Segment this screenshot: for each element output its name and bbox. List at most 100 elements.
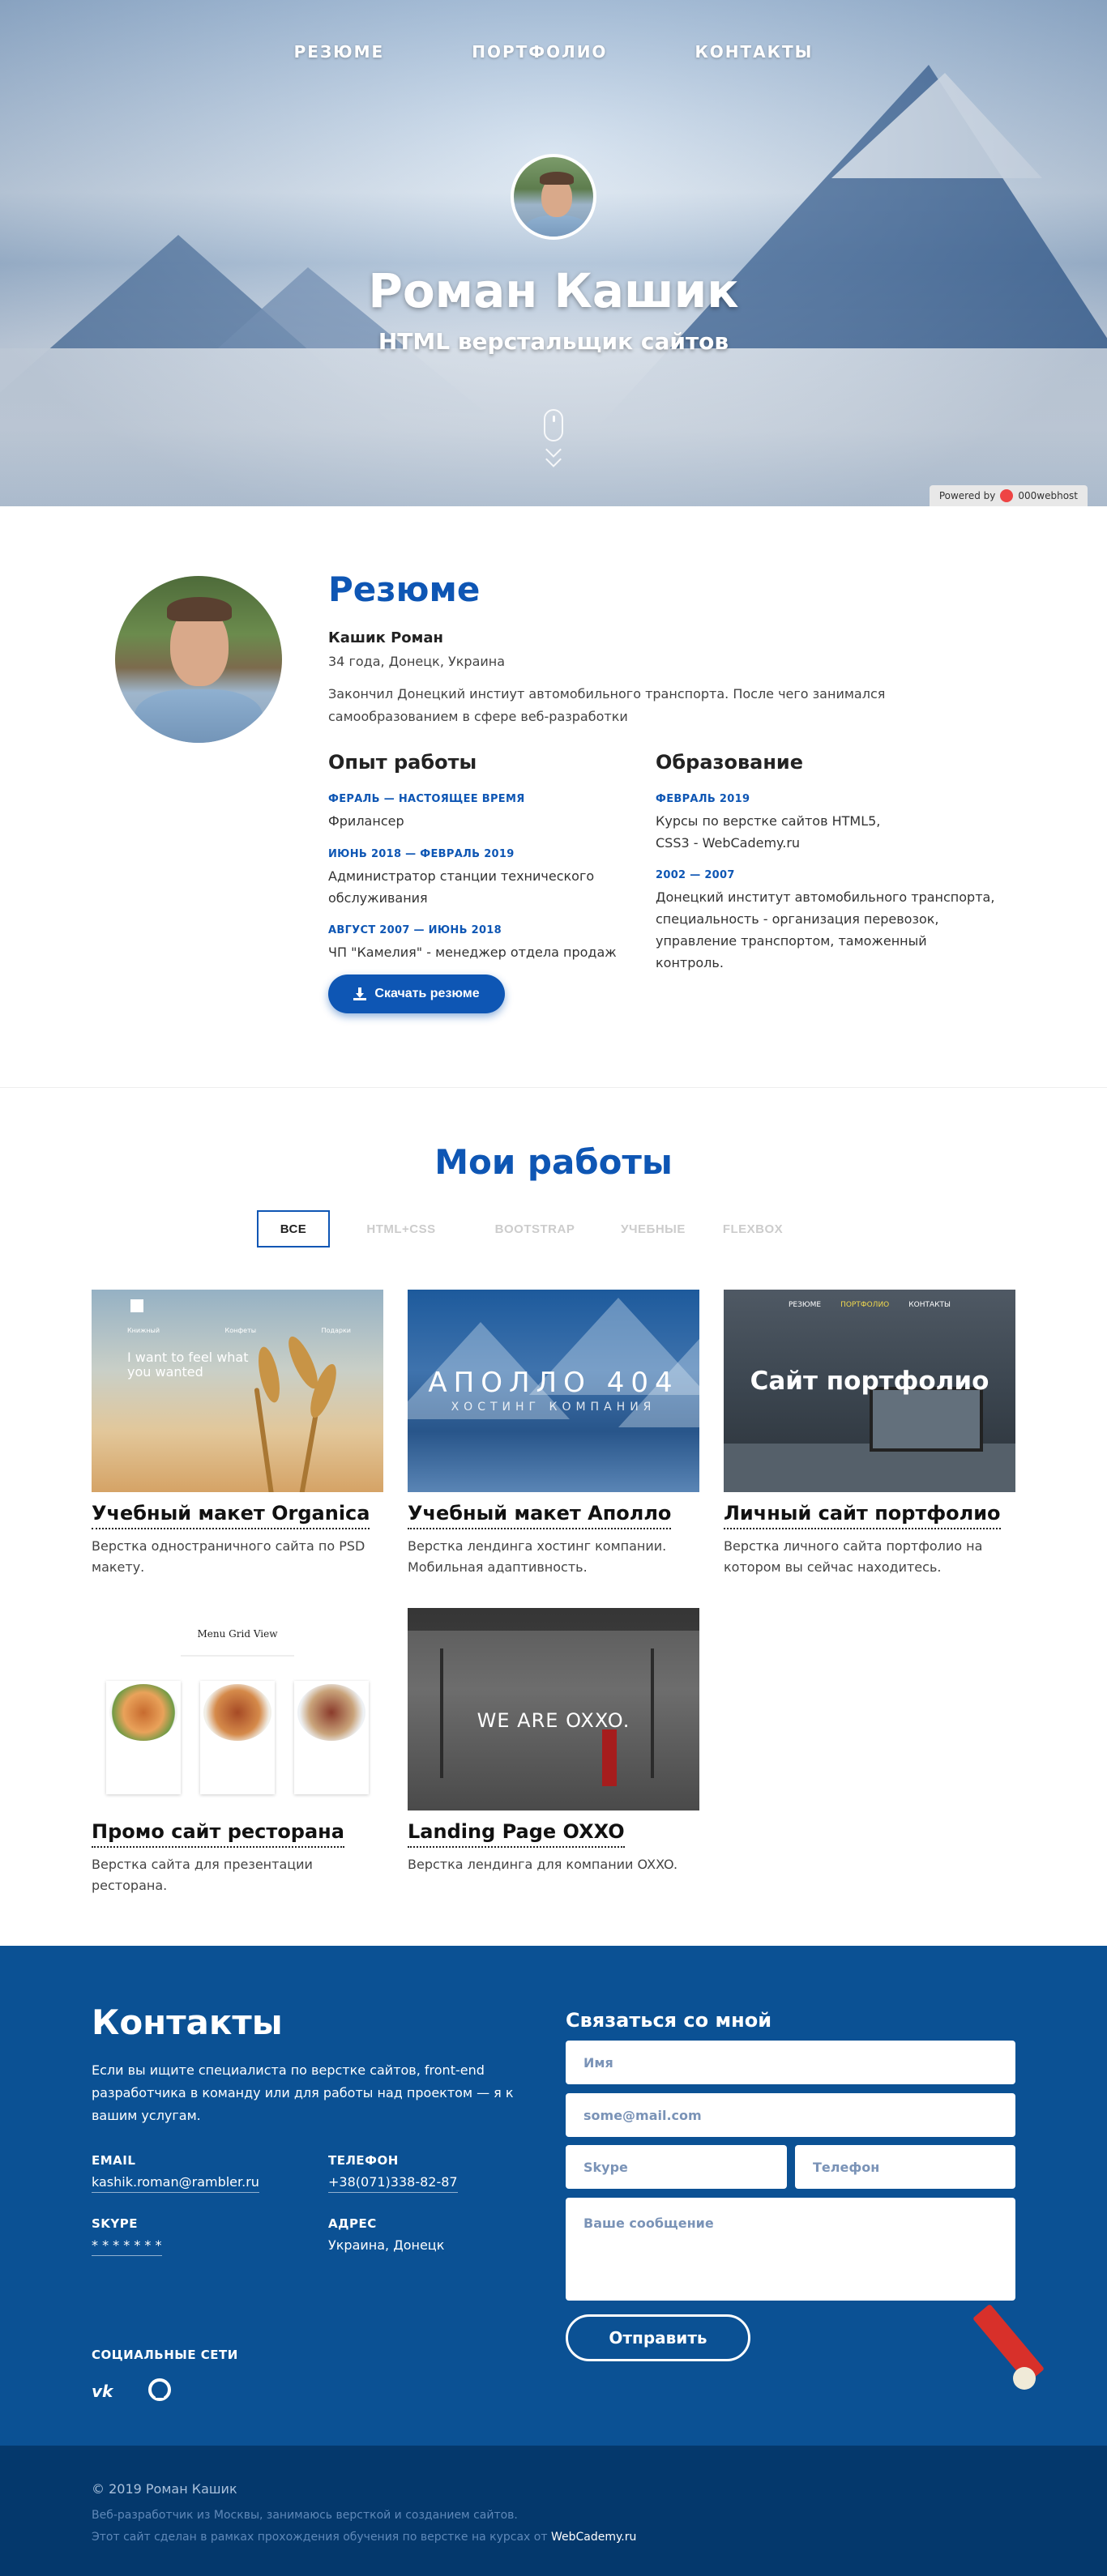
filter-bootstrap[interactable]: BOOTSTRAP xyxy=(472,1210,597,1247)
works-title: Мои работы xyxy=(434,1142,673,1182)
vk-icon[interactable]: vk xyxy=(92,2382,113,2401)
send-button[interactable]: Отправить xyxy=(566,2314,750,2361)
form-title: Связаться со мной xyxy=(566,2009,772,2032)
thumb-nav-item: Конфеты xyxy=(224,1327,257,1334)
resume-section: Резюме Кашик Роман 34 года, Донецк, Укра… xyxy=(0,506,1107,1088)
thumb-nav-item: РЕЗЮМЕ xyxy=(789,1301,822,1309)
phone-input[interactable] xyxy=(795,2145,1015,2189)
thumb-nav-item: КОНТАКТЫ xyxy=(908,1301,951,1309)
portfolio-card[interactable]: АПОЛЛО 404 ХОСТИНГ КОМПАНИЯ Учебный маке… xyxy=(408,1290,699,1578)
thumb-heading: Сайт портфолио xyxy=(750,1367,989,1396)
portfolio-thumbnail[interactable]: РЕЗЮМЕ ПОРТФОЛИО КОНТАКТЫ Сайт портфолио xyxy=(724,1290,1015,1492)
email-input[interactable] xyxy=(566,2093,1015,2137)
footer-copyright: © 2019 Роман Кашик xyxy=(92,2481,237,2497)
footer: © 2019 Роман Кашик Веб-разработчик из Мо… xyxy=(0,2446,1107,2576)
message-textarea[interactable] xyxy=(566,2198,1015,2301)
skype-value: * * * * * * * xyxy=(92,2237,162,2256)
host-logo-icon xyxy=(1000,489,1014,502)
powered-brand: 000webhost xyxy=(1018,490,1078,501)
nav-resume[interactable]: РЕЗЮМЕ xyxy=(294,42,385,62)
portfolio-filters: ВСЕ HTML+CSS BOOTSTRAP УЧЕБНЫЕ FLEXBOX xyxy=(257,1210,797,1247)
footer-text: Веб-разработчик из Москвы, занимаюсь вер… xyxy=(92,2509,518,2522)
card-description: Верстка одностраничного сайта по PSD мак… xyxy=(92,1538,365,1575)
footer-text-part: Этот сайт сделан в рамках прохождения об… xyxy=(92,2531,548,2544)
portfolio-thumbnail[interactable]: АПОЛЛО 404 ХОСТИНГ КОМПАНИЯ xyxy=(408,1290,699,1492)
filter-html-css[interactable]: HTML+CSS xyxy=(330,1210,472,1247)
github-icon[interactable] xyxy=(148,2378,171,2401)
thumb-logo xyxy=(130,1299,143,1312)
card-description: Верстка личного сайта портфолио на котор… xyxy=(724,1538,983,1575)
hero-section: РЕЗЮМЕ ПОРТФОЛИО КОНТАКТЫ Роман Кашик HT… xyxy=(0,0,1107,506)
powered-label: Powered by xyxy=(938,490,996,501)
skype-label: SKYPE xyxy=(92,2216,139,2231)
education-period: ФЕВРАЛЬ 2019 xyxy=(656,793,750,805)
name-input[interactable] xyxy=(566,2041,1015,2084)
download-resume-button[interactable]: Скачать резюме xyxy=(328,975,505,1013)
social-title: СОЦИАЛЬНЫЕ СЕТИ xyxy=(92,2348,238,2362)
card-title[interactable]: Личный сайт портфолио xyxy=(724,1502,1001,1529)
filter-all[interactable]: ВСЕ xyxy=(257,1210,330,1247)
contacts-title: Контакты xyxy=(92,2002,283,2042)
scroll-mouse-icon[interactable] xyxy=(544,409,563,441)
card-description: Верстка сайта для презентации ресторана. xyxy=(92,1857,313,1893)
main-nav: РЕЗЮМЕ ПОРТФОЛИО КОНТАКТЫ xyxy=(0,42,1107,62)
portfolio-thumbnail[interactable]: Menu Grid View xyxy=(92,1608,383,1810)
filter-study[interactable]: УЧЕБНЫЕ xyxy=(597,1210,709,1247)
experience-place: Фрилансер xyxy=(328,813,404,829)
experience-place: Администратор станции технического обслу… xyxy=(328,868,595,906)
portfolio-card[interactable]: Menu Grid View Промо сайт ресторана Верс… xyxy=(92,1608,383,1896)
card-title[interactable]: Учебный макет Organica xyxy=(92,1502,370,1529)
thumb-nav-item: ПОРТФОЛИО xyxy=(840,1301,890,1309)
contacts-section: Контакты Если вы ищите специалиста по ве… xyxy=(0,1946,1107,2446)
resume-photo xyxy=(115,576,282,743)
webcademy-link[interactable]: WebCademy.ru xyxy=(551,2531,636,2544)
card-title[interactable]: Учебный макет Аполло xyxy=(408,1502,672,1529)
address-value: Украина, Донецк xyxy=(328,2237,445,2253)
experience-title: Опыт работы xyxy=(328,751,477,774)
experience-period: ИЮНЬ 2018 — ФЕВРАЛЬ 2019 xyxy=(328,848,515,860)
avatar xyxy=(511,154,596,240)
thumb-subheading: ХОСТИНГ КОМПАНИЯ xyxy=(451,1401,656,1414)
education-place: Донецкий институт автомобильного транспо… xyxy=(656,889,995,970)
nav-portfolio[interactable]: ПОРТФОЛИО xyxy=(472,42,607,62)
experience-period: ФЕРАЛЬ — НАСТОЯЩЕЕ ВРЕМЯ xyxy=(328,793,525,805)
skype-input[interactable] xyxy=(566,2145,787,2189)
download-icon xyxy=(353,987,367,1000)
experience-place: ЧП "Камелия" - менеджер отдела продаж xyxy=(328,945,617,960)
experience-period: АВГУСТ 2007 — ИЮНЬ 2018 xyxy=(328,924,502,936)
nav-contacts[interactable]: КОНТАКТЫ xyxy=(695,42,813,62)
card-title[interactable]: Landing Page OXXO xyxy=(408,1820,625,1848)
thumb-heading: Menu Grid View xyxy=(197,1628,278,1640)
thumb-nav-item: Книжный xyxy=(127,1327,160,1334)
thumb-heading: WE ARE OXXO. xyxy=(477,1709,630,1732)
education-period: 2002 — 2007 xyxy=(656,869,735,881)
portfolio-thumbnail[interactable]: Книжный Конфеты Подарки I want to feel w… xyxy=(92,1290,383,1492)
portfolio-card[interactable]: РЕЗЮМЕ ПОРТФОЛИО КОНТАКТЫ Сайт портфолио… xyxy=(724,1290,1015,1578)
thumb-heading: АПОЛЛО 404 xyxy=(428,1367,679,1399)
resume-name: Кашик Роман xyxy=(328,629,443,646)
powered-badge[interactable]: Powered by 000webhost xyxy=(929,485,1088,506)
thumb-nav: РЕЗЮМЕ ПОРТФОЛИО КОНТАКТЫ xyxy=(789,1301,951,1309)
hero-subtitle: HTML верстальщик сайтов xyxy=(378,328,729,355)
pencil-icon xyxy=(940,2286,1045,2399)
resume-title: Резюме xyxy=(328,569,481,609)
portfolio-card[interactable]: WE ARE OXXO. Landing Page OXXO Верстка л… xyxy=(408,1608,699,1875)
email-label: EMAIL xyxy=(92,2153,136,2168)
resume-age-city: 34 года, Донецк, Украина xyxy=(328,654,506,669)
education-place: Курсы по верстке сайтов HTML5, CSS3 - We… xyxy=(656,813,881,851)
education-title: Образование xyxy=(656,751,804,774)
portfolio-card[interactable]: Книжный Конфеты Подарки I want to feel w… xyxy=(92,1290,383,1578)
contacts-lead: Если вы ищите специалиста по верстке сай… xyxy=(92,2062,514,2123)
card-description: Верстка лендинга хостинг компании. Мобил… xyxy=(408,1538,667,1575)
thumb-nav-item: Подарки xyxy=(321,1327,351,1334)
download-label: Скачать резюме xyxy=(374,987,480,1000)
portfolio-thumbnail[interactable]: WE ARE OXXO. xyxy=(408,1608,699,1810)
thumb-text: I want to feel what you wanted xyxy=(127,1350,249,1380)
phone-link[interactable]: +38(071)338-82-87 xyxy=(328,2174,458,2193)
filter-flexbox[interactable]: FLEXBOX xyxy=(709,1210,797,1247)
card-title[interactable]: Промо сайт ресторана xyxy=(92,1820,344,1848)
phone-label: ТЕЛЕФОН xyxy=(328,2153,399,2168)
email-link[interactable]: kashik.roman@rambler.ru xyxy=(92,2174,259,2193)
address-label: АДРЕС xyxy=(328,2216,377,2231)
footer-text: Этот сайт сделан в рамках прохождения об… xyxy=(92,2531,636,2544)
